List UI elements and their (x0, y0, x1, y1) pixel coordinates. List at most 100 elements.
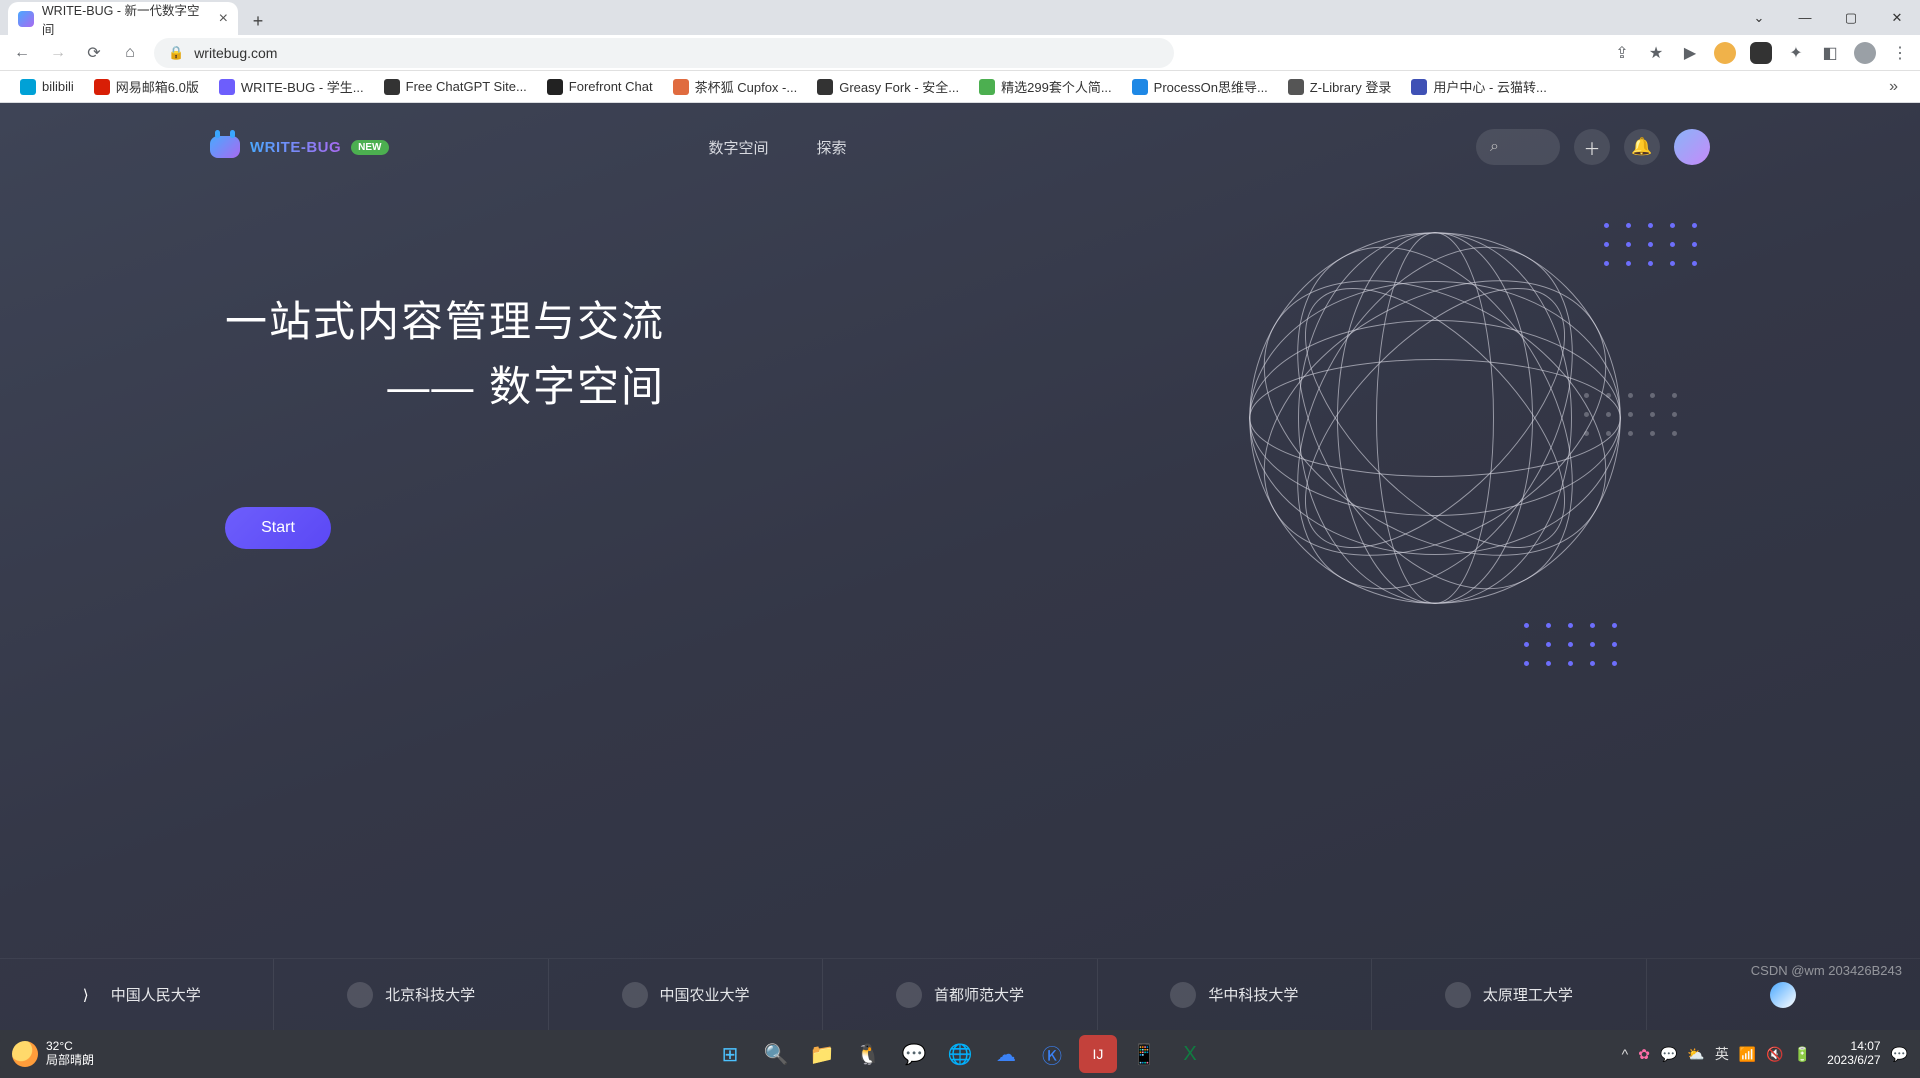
app-icon[interactable]: Ⓚ (1033, 1035, 1071, 1073)
bookmarks-overflow[interactable]: » (1879, 78, 1908, 96)
logo-text: WRITE-BUG (250, 139, 341, 156)
university-icon (347, 982, 373, 1008)
extension-icon[interactable] (1714, 42, 1736, 64)
forward-button[interactable]: → (46, 41, 70, 65)
window-controls: ⌄ — ▢ ✕ (1736, 0, 1920, 35)
explorer-icon[interactable]: 📁 (803, 1035, 841, 1073)
search-icon[interactable]: 🔍 (757, 1035, 795, 1073)
bookmark-item[interactable]: 精选299套个人简... (971, 73, 1120, 100)
notifications-icon[interactable]: 💬 (1891, 1046, 1908, 1063)
extension-icon[interactable] (1750, 42, 1772, 64)
bookmark-label: 网易邮箱6.0版 (116, 77, 199, 96)
wifi-icon[interactable]: 📶 (1739, 1046, 1756, 1063)
date: 2023/6/27 (1827, 1054, 1880, 1068)
chevron-down-icon[interactable]: ⌄ (1736, 0, 1782, 35)
close-icon[interactable]: × (219, 10, 228, 28)
bookmark-item[interactable]: bilibili (12, 75, 82, 99)
university-icon (622, 982, 648, 1008)
close-window-icon[interactable]: ✕ (1874, 0, 1920, 35)
weather-widget[interactable]: 32°C 局部晴朗 (12, 1040, 94, 1068)
minimize-icon[interactable]: — (1782, 0, 1828, 35)
app-icon[interactable]: IJ (1079, 1035, 1117, 1073)
url-input[interactable]: 🔒 writebug.com (154, 38, 1174, 68)
maximize-icon[interactable]: ▢ (1828, 0, 1874, 35)
university-item[interactable]: 太原理工大学 (1372, 959, 1646, 1030)
extensions-icon[interactable]: ✦ (1786, 43, 1806, 63)
ime-indicator[interactable]: 英 (1715, 1044, 1729, 1064)
site-logo[interactable]: WRITE-BUG NEW (210, 136, 389, 158)
bookmark-item[interactable]: 用户中心 - 云猫转... (1403, 73, 1554, 100)
logo-icon (210, 136, 240, 158)
menu-icon[interactable]: ⋮ (1890, 43, 1910, 63)
university-icon (1770, 982, 1796, 1008)
tray-chevron-icon[interactable]: ^ (1622, 1046, 1629, 1062)
site-header: WRITE-BUG NEW 数字空间 探索 ⌕ ＋ 🔔 (0, 103, 1920, 173)
browser-tab-strip: WRITE-BUG - 新一代数字空间 × + ⌄ — ▢ ✕ (0, 0, 1920, 35)
bookmark-favicon (1411, 79, 1427, 95)
bookmark-item[interactable]: WRITE-BUG - 学生... (211, 73, 372, 100)
bookmark-item[interactable]: Z-Library 登录 (1280, 73, 1400, 100)
tray-icon[interactable]: 💬 (1660, 1046, 1677, 1063)
profile-avatar[interactable] (1854, 42, 1876, 64)
share-icon[interactable]: ⇪ (1612, 43, 1632, 63)
new-tab-button[interactable]: + (244, 7, 272, 35)
university-item[interactable]: ⟩中国人民大学 (0, 959, 274, 1030)
weather-icon (12, 1041, 38, 1067)
volume-icon[interactable]: 🔇 (1766, 1046, 1783, 1063)
play-icon[interactable]: ▶ (1680, 43, 1700, 63)
university-item[interactable]: 华中科技大学 (1098, 959, 1372, 1030)
bookmark-item[interactable]: 茶杯狐 Cupfox -... (665, 73, 806, 100)
bookmark-favicon (219, 79, 235, 95)
bookmark-favicon (94, 79, 110, 95)
bookmark-favicon (673, 79, 689, 95)
add-button[interactable]: ＋ (1574, 129, 1610, 165)
url-text: writebug.com (194, 45, 277, 61)
browser-tab[interactable]: WRITE-BUG - 新一代数字空间 × (8, 2, 238, 35)
decorative-dots (1604, 223, 1700, 266)
university-name: 华中科技大学 (1208, 984, 1298, 1005)
bookmark-label: bilibili (42, 79, 74, 94)
reload-button[interactable]: ⟳ (82, 41, 106, 65)
app-icon[interactable]: 🐧 (849, 1035, 887, 1073)
bookmark-item[interactable]: Free ChatGPT Site... (376, 75, 535, 99)
temperature: 32°C (46, 1040, 94, 1054)
nav-digital-space[interactable]: 数字空间 (709, 137, 769, 158)
clock[interactable]: 14:07 2023/6/27 (1827, 1040, 1880, 1068)
chrome-icon[interactable]: 🌐 (941, 1035, 979, 1073)
search-icon: ⌕ (1490, 138, 1499, 156)
app-icon[interactable]: ☁ (987, 1035, 1025, 1073)
bookmark-label: WRITE-BUG - 学生... (241, 77, 364, 96)
bookmark-item[interactable]: Greasy Fork - 安全... (809, 73, 967, 100)
taskbar-center: ⊞ 🔍 📁 🐧 💬 🌐 ☁ Ⓚ IJ 📱 X (711, 1035, 1209, 1073)
back-button[interactable]: ← (10, 41, 34, 65)
excel-icon[interactable]: X (1171, 1035, 1209, 1073)
search-button[interactable]: ⌕ (1476, 129, 1560, 165)
bookmark-star-icon[interactable]: ★ (1646, 43, 1666, 63)
university-item[interactable]: 首都师范大学 (823, 959, 1097, 1030)
nav-menu: 数字空间 探索 (709, 137, 847, 158)
bookmark-item[interactable]: Forefront Chat (539, 75, 661, 99)
notifications-button[interactable]: 🔔 (1624, 129, 1660, 165)
battery-icon[interactable]: 🔋 (1794, 1046, 1811, 1063)
decorative-dots (1524, 623, 1620, 666)
nav-explore[interactable]: 探索 (817, 137, 847, 158)
start-menu-icon[interactable]: ⊞ (711, 1035, 749, 1073)
bookmark-item[interactable]: 网易邮箱6.0版 (86, 73, 207, 100)
bookmark-label: Z-Library 登录 (1310, 77, 1392, 96)
tray-icon[interactable]: ⛅ (1687, 1046, 1704, 1063)
bookmark-favicon (979, 79, 995, 95)
start-button[interactable]: Start (225, 507, 331, 549)
sidepanel-icon[interactable]: ◧ (1820, 43, 1840, 63)
bookmark-item[interactable]: ProcessOn思维导... (1124, 73, 1276, 100)
app-icon[interactable]: 📱 (1125, 1035, 1163, 1073)
university-name: 首都师范大学 (934, 984, 1024, 1005)
bookmark-label: 精选299套个人简... (1001, 77, 1112, 96)
home-button[interactable]: ⌂ (118, 41, 142, 65)
university-item[interactable]: 中国农业大学 (549, 959, 823, 1030)
user-avatar[interactable] (1674, 129, 1710, 165)
start-label: Start (261, 519, 295, 537)
wechat-icon[interactable]: 💬 (895, 1035, 933, 1073)
university-item[interactable]: 北京科技大学 (274, 959, 548, 1030)
page-content: WRITE-BUG NEW 数字空间 探索 ⌕ ＋ 🔔 一站式内容管理与交流 —… (0, 103, 1920, 1030)
tray-icon[interactable]: ✿ (1638, 1046, 1650, 1063)
